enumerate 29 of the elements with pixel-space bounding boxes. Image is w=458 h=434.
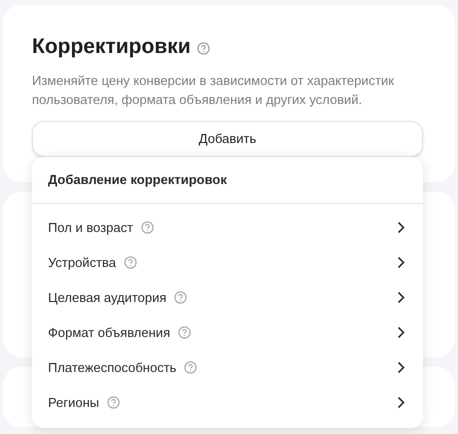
- help-icon: [178, 326, 192, 339]
- section-title: Корректировки: [32, 34, 191, 60]
- dropdown-header: Добавление корректировок: [48, 171, 227, 190]
- menu-item-label: Пол и возраст: [48, 218, 134, 237]
- chevron-right-icon: [397, 256, 405, 269]
- chevron-right-icon: [397, 291, 405, 304]
- add-button[interactable]: Добавить: [32, 120, 423, 156]
- chevron-right-icon: [397, 361, 405, 374]
- section-description: Изменяйте цену конверсии в зависимости от характеристик пользователя, формата объявления и других условий.: [32, 72, 395, 108]
- chevron-right-icon: [397, 221, 405, 234]
- menu-item[interactable]: Целевая аудитория: [32, 280, 423, 315]
- menu-item[interactable]: Пол и возраст: [32, 210, 423, 245]
- menu-item-label: Формат объявления: [48, 324, 170, 342]
- help-icon: [124, 256, 138, 269]
- menu-item[interactable]: Устройства: [32, 245, 423, 280]
- menu-item[interactable]: Формат объявления: [32, 315, 423, 350]
- chevron-right-icon: [397, 396, 405, 409]
- menu-item-label: Регионы: [48, 394, 100, 412]
- help-icon: [196, 42, 210, 55]
- menu-item[interactable]: Платежеспособность: [32, 350, 423, 385]
- help-icon: [174, 291, 188, 304]
- help-icon: [184, 361, 198, 374]
- menu-item[interactable]: Регионы: [32, 385, 423, 420]
- menu-item-label: Устройства: [48, 254, 116, 272]
- help-icon: [107, 396, 120, 409]
- chevron-right-icon: [397, 326, 405, 339]
- menu-item-label: Целевая аудитория: [48, 288, 166, 307]
- help-icon: [141, 221, 154, 234]
- menu-item-label: Платежеспособность: [48, 358, 176, 377]
